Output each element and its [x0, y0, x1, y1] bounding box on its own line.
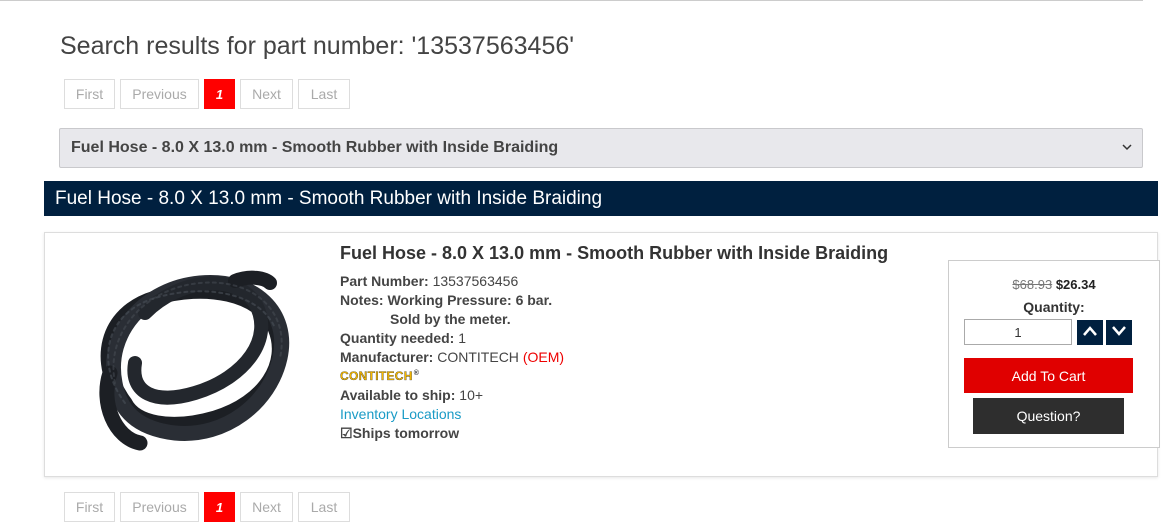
quantity-needed-row: Quantity needed: 1 — [340, 329, 940, 348]
manufacturer-row: Manufacturer: CONTITECH (OEM) — [340, 348, 940, 367]
cart-box: $68.93 $26.34 Quantity: Add To Cart Ques… — [948, 260, 1160, 448]
part-number-label: Part Number: — [340, 273, 429, 289]
quantity-needed-value: 1 — [458, 330, 467, 346]
chevron-up-icon — [1082, 324, 1098, 342]
product-title: Fuel Hose - 8.0 X 13.0 mm - Smooth Rubbe… — [340, 243, 889, 263]
pagination-previous[interactable]: Previous — [120, 79, 199, 109]
quantity-decrease-button[interactable] — [1106, 320, 1132, 345]
pagination-last[interactable]: Last — [298, 492, 350, 522]
inventory-row: Inventory Locations — [340, 405, 940, 424]
top-divider — [0, 0, 1143, 1]
quantity-needed-label: Quantity needed: — [340, 330, 455, 346]
question-button[interactable]: Question? — [973, 398, 1124, 434]
pagination-next[interactable]: Next — [240, 492, 293, 522]
pagination-first[interactable]: First — [64, 79, 115, 109]
availability-row: Available to ship: 10+ — [340, 386, 940, 405]
part-number-value: 13537563456 — [432, 273, 519, 289]
part-number-row: Part Number: 13537563456 — [340, 272, 940, 291]
price-line: $68.93 $26.34 — [949, 277, 1159, 292]
notes-line-1: Working Pressure: 6 bar. — [387, 292, 553, 308]
chevron-down-icon — [1122, 139, 1132, 158]
pagination-previous[interactable]: Previous — [120, 492, 199, 522]
brand-logo-text: CONTITECH — [340, 369, 413, 383]
product-select[interactable]: Fuel Hose - 8.0 X 13.0 mm - Smooth Rubbe… — [59, 128, 1143, 168]
manufacturer-value: CONTITECH — [437, 349, 519, 365]
add-to-cart-button[interactable]: Add To Cart — [964, 358, 1133, 393]
shipping-status: Ships tomorrow — [352, 425, 460, 441]
pagination-current-page[interactable]: 1 — [204, 492, 235, 522]
shipping-row: ☑Ships tomorrow — [340, 424, 940, 443]
product-image[interactable] — [85, 253, 305, 458]
notes-label: Notes: — [340, 292, 384, 308]
checkbox-checked-icon: ☑ — [340, 425, 353, 441]
quantity-label: Quantity: — [1023, 299, 1085, 315]
availability-value: 10+ — [459, 387, 484, 403]
pagination-next[interactable]: Next — [240, 79, 293, 109]
section-title: Fuel Hose - 8.0 X 13.0 mm - Smooth Rubbe… — [55, 187, 603, 209]
manufacturer-label: Manufacturer: — [340, 349, 434, 365]
notes-row: Notes: Working Pressure: 6 bar. — [340, 291, 940, 310]
oem-badge: (OEM) — [522, 349, 565, 365]
notes-line-2: Sold by the meter. — [390, 311, 511, 327]
old-price: $68.93 — [1012, 277, 1053, 292]
current-price: $26.34 — [1055, 277, 1096, 292]
registered-mark: ® — [413, 370, 420, 377]
pagination-top: First Previous 1 Next Last — [64, 79, 355, 109]
pagination-current-page[interactable]: 1 — [204, 79, 235, 109]
pagination-bottom: First Previous 1 Next Last — [64, 492, 355, 522]
quantity-increase-button[interactable] — [1077, 320, 1103, 345]
quantity-input[interactable] — [964, 319, 1072, 345]
inventory-locations-link[interactable]: Inventory Locations — [340, 406, 461, 422]
section-header: Fuel Hose - 8.0 X 13.0 mm - Smooth Rubbe… — [44, 181, 1158, 216]
page-title: Search results for part number: '1353756… — [60, 32, 575, 60]
availability-label: Available to ship: — [340, 387, 456, 403]
product-select-value: Fuel Hose - 8.0 X 13.0 mm - Smooth Rubbe… — [71, 139, 559, 156]
pagination-last[interactable]: Last — [298, 79, 350, 109]
product-details: Fuel Hose - 8.0 X 13.0 mm - Smooth Rubbe… — [340, 243, 940, 443]
product-card: Fuel Hose - 8.0 X 13.0 mm - Smooth Rubbe… — [44, 232, 1160, 477]
chevron-down-icon — [1111, 324, 1127, 342]
brand-logo: CONTITECH ® — [340, 367, 940, 386]
pagination-first[interactable]: First — [64, 492, 115, 522]
